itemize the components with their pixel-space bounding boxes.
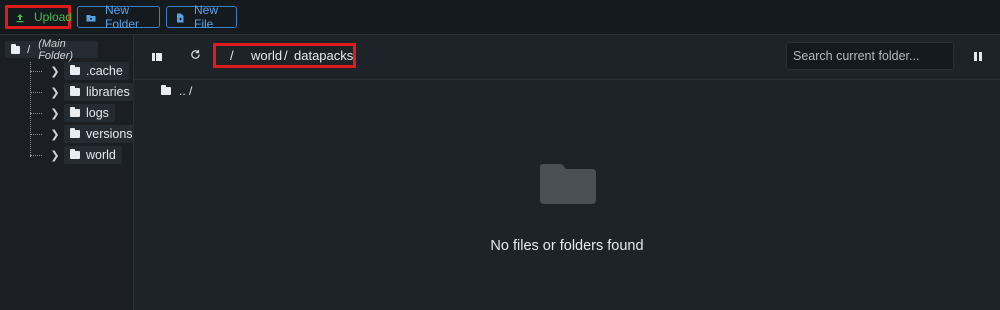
tree-item-label: versions xyxy=(86,127,133,141)
empty-folder-icon xyxy=(540,164,596,204)
upload-button[interactable]: Upload xyxy=(5,5,73,29)
folder-icon xyxy=(11,43,21,54)
tree-root-label: (Main Folder) xyxy=(38,37,74,62)
tree-item-logs[interactable]: ❯ logs xyxy=(30,104,115,122)
browser-header: / world / datapacks xyxy=(134,35,1000,80)
breadcrumb: / world / datapacks xyxy=(213,43,356,68)
folder-icon xyxy=(70,107,80,117)
new-folder-label: New Folder xyxy=(105,3,140,31)
breadcrumb-item-world[interactable]: world xyxy=(251,48,282,63)
tree-item-versions[interactable]: ❯ versions xyxy=(30,125,139,143)
search-input[interactable] xyxy=(786,42,954,70)
tree-item-label: libraries xyxy=(86,85,130,99)
tree-root-path: / xyxy=(27,43,31,56)
new-file-label: New File xyxy=(194,3,219,31)
parent-directory-label: .. / xyxy=(179,84,193,98)
folder-icon xyxy=(70,149,80,159)
top-toolbar: Upload New Folder New File xyxy=(0,0,1000,35)
file-plus-icon xyxy=(175,12,185,23)
tree-item-label: logs xyxy=(86,106,109,120)
upload-icon xyxy=(15,12,25,23)
upload-label: Upload xyxy=(34,10,73,24)
breadcrumb-item-datapacks[interactable]: datapacks xyxy=(294,48,353,63)
tree-item-world[interactable]: ❯ world xyxy=(30,146,122,164)
toggle-sidebar-icon[interactable] xyxy=(152,53,162,61)
parent-directory-row[interactable]: .. / xyxy=(161,84,192,98)
breadcrumb-separator: / xyxy=(284,48,288,63)
empty-state-message: No files or folders found xyxy=(490,238,644,254)
file-browser-main: / world / datapacks .. / No files or fol… xyxy=(134,35,1000,310)
folder-plus-icon xyxy=(86,12,96,22)
folder-icon xyxy=(70,128,80,138)
refresh-icon[interactable] xyxy=(190,49,201,63)
tree-root[interactable]: / (Main Folder) xyxy=(5,38,98,62)
folder-icon xyxy=(161,85,171,95)
chevron-right-icon[interactable]: ❯ xyxy=(48,128,62,141)
new-file-button[interactable]: New File xyxy=(166,3,237,31)
chevron-right-icon[interactable]: ❯ xyxy=(48,65,62,78)
new-folder-button[interactable]: New Folder xyxy=(77,3,160,31)
folder-tree: / (Main Folder) ❯ .cache ❯ libraries ❯ l… xyxy=(0,35,139,310)
pause-icon[interactable] xyxy=(974,52,983,61)
tree-item-libraries[interactable]: ❯ libraries xyxy=(30,83,136,101)
chevron-right-icon[interactable]: ❯ xyxy=(48,149,62,162)
tree-item-label: .cache xyxy=(86,64,123,78)
folder-icon xyxy=(70,86,80,96)
chevron-right-icon[interactable]: ❯ xyxy=(48,107,62,120)
folder-icon xyxy=(70,65,80,75)
tree-item-label: world xyxy=(86,148,116,162)
breadcrumb-root[interactable]: / xyxy=(230,48,234,63)
tree-item-cache[interactable]: ❯ .cache xyxy=(30,62,129,80)
chevron-right-icon[interactable]: ❯ xyxy=(48,86,62,99)
